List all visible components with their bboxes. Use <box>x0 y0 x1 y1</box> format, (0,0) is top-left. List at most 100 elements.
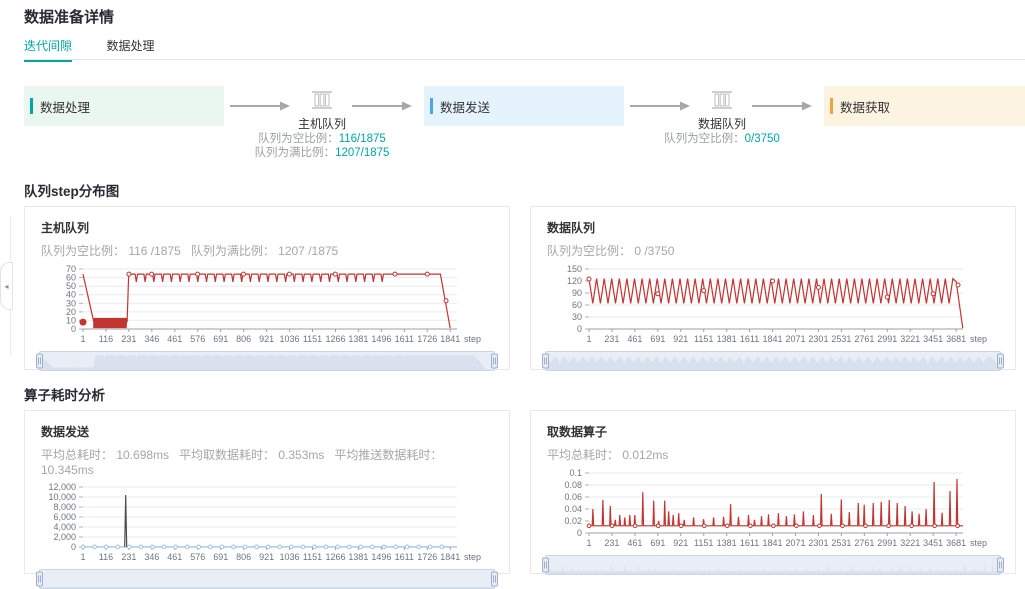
svg-text:1036: 1036 <box>280 334 300 344</box>
svg-text:2071: 2071 <box>785 334 805 344</box>
svg-text:0: 0 <box>577 324 582 334</box>
svg-text:3451: 3451 <box>923 538 943 548</box>
svg-text:8,000: 8,000 <box>53 502 76 512</box>
datazoom-left-handle[interactable] <box>542 558 549 573</box>
svg-text:0.1: 0.1 <box>569 468 582 478</box>
svg-text:120: 120 <box>567 276 582 286</box>
card-subtitle: 平均总耗时： 10.698ms 平均取数据耗时： 0.353ms 平均推送数据耗… <box>41 446 493 477</box>
svg-text:90: 90 <box>572 288 582 298</box>
svg-text:30: 30 <box>572 312 582 322</box>
svg-text:0: 0 <box>71 542 76 552</box>
pipeline-node-label: 数据获取 <box>840 97 890 116</box>
data-queue-datazoom-slider[interactable] <box>545 351 1001 371</box>
card-subtitle: 队列为空比例： 0 /3750 <box>547 242 999 259</box>
datazoom-right-handle[interactable] <box>491 354 498 369</box>
svg-text:step: step <box>970 538 987 548</box>
svg-text:1151: 1151 <box>694 538 713 548</box>
fetch-operator-line-chart[interactable]: 00.020.040.060.080.112314616919211151138… <box>543 465 1015 551</box>
queue-icon <box>709 88 735 112</box>
svg-text:346: 346 <box>144 552 159 562</box>
card-subtitle: 队列为空比例： 116 /1875 队列为满比例： 1207 /1875 <box>41 242 493 259</box>
svg-text:1: 1 <box>80 552 85 562</box>
datazoom-left-handle[interactable] <box>36 572 43 587</box>
svg-text:1381: 1381 <box>348 552 368 562</box>
svg-text:806: 806 <box>236 552 251 562</box>
svg-text:step: step <box>970 334 987 344</box>
pipeline-node-label: 数据发送 <box>440 97 490 116</box>
flow-arrow-icon <box>352 101 412 111</box>
chart-card-data-queue: 数据队列 队列为空比例： 0 /3750 0306090120150123146… <box>530 206 1016 370</box>
svg-text:1151: 1151 <box>694 334 713 344</box>
svg-text:2761: 2761 <box>854 538 874 548</box>
svg-text:3221: 3221 <box>900 538 920 548</box>
svg-text:1151: 1151 <box>303 334 322 344</box>
svg-text:231: 231 <box>604 334 619 344</box>
svg-text:step: step <box>464 552 481 562</box>
chart-card-host-queue: 主机队列 队列为空比例： 116 /1875 队列为满比例： 1207 /187… <box>24 206 510 370</box>
tab-bar: 迭代间隙 数据处理 <box>24 37 1025 60</box>
svg-text:1: 1 <box>586 334 591 344</box>
svg-text:1266: 1266 <box>325 334 345 344</box>
svg-text:6,000: 6,000 <box>53 512 76 522</box>
svg-text:1726: 1726 <box>417 552 437 562</box>
svg-text:1726: 1726 <box>417 334 437 344</box>
svg-text:4,000: 4,000 <box>53 522 76 532</box>
svg-text:1496: 1496 <box>371 552 391 562</box>
card-title: 数据发送 <box>41 423 493 440</box>
data-send-line-chart[interactable]: 02,0004,0006,0008,00010,00012,0001116231… <box>37 479 509 565</box>
datazoom-right-handle[interactable] <box>997 558 1004 573</box>
svg-text:2991: 2991 <box>877 334 897 344</box>
svg-text:0: 0 <box>577 528 582 538</box>
svg-text:806: 806 <box>236 334 251 344</box>
datazoom-left-handle[interactable] <box>542 354 549 369</box>
svg-text:1841: 1841 <box>763 538 783 548</box>
host-queue-line-chart[interactable]: 0102030405060701116231346461576691806921… <box>37 261 509 347</box>
svg-text:2,000: 2,000 <box>53 532 76 542</box>
datazoom-right-handle[interactable] <box>997 354 1004 369</box>
host-queue-datazoom-slider[interactable] <box>39 351 495 371</box>
data-send-datazoom-slider[interactable] <box>39 569 495 589</box>
svg-text:1036: 1036 <box>280 552 300 562</box>
fetch-operator-datazoom-slider[interactable] <box>545 555 1001 575</box>
svg-text:461: 461 <box>627 334 642 344</box>
svg-text:1151: 1151 <box>303 552 322 562</box>
svg-text:70: 70 <box>66 264 76 274</box>
pipeline-node-data-fetch: 数据获取 <box>824 86 1025 126</box>
card-title: 数据队列 <box>547 219 999 236</box>
svg-text:2761: 2761 <box>854 334 874 344</box>
svg-text:116: 116 <box>99 552 113 562</box>
svg-text:40: 40 <box>66 290 76 300</box>
svg-text:1611: 1611 <box>395 552 414 562</box>
svg-text:1841: 1841 <box>440 334 460 344</box>
datazoom-left-handle[interactable] <box>36 354 43 369</box>
sidebar-collapse-handle[interactable]: ◂ <box>0 262 13 310</box>
queue-empty-ratio: 队列为空比例：0/3750 <box>664 132 780 146</box>
data-queue-line-chart[interactable]: 0306090120150123146169192111511381161118… <box>543 261 1015 347</box>
svg-text:1611: 1611 <box>740 334 759 344</box>
queue-full-ratio: 队列为满比例：1207/1875 <box>255 146 390 160</box>
queue-empty-ratio: 队列为空比例：116/1875 <box>258 132 386 146</box>
svg-text:1: 1 <box>586 538 591 548</box>
pipeline-node-host-queue: 主机队列 队列为空比例：116/1875 队列为满比例：1207/1875 <box>247 88 397 160</box>
tab-iteration-gap[interactable]: 迭代间隙 <box>24 37 72 62</box>
svg-text:60: 60 <box>572 300 582 310</box>
svg-text:50: 50 <box>66 281 76 291</box>
datazoom-right-handle[interactable] <box>491 572 498 587</box>
svg-text:921: 921 <box>673 334 688 344</box>
svg-text:1266: 1266 <box>325 552 345 562</box>
svg-text:0.04: 0.04 <box>564 504 582 514</box>
svg-text:10: 10 <box>66 315 76 325</box>
svg-text:2301: 2301 <box>808 334 828 344</box>
pipeline-node-data-processing: 数据处理 <box>24 86 224 126</box>
svg-text:3681: 3681 <box>946 334 966 344</box>
svg-text:2301: 2301 <box>808 538 828 548</box>
svg-text:231: 231 <box>121 552 136 562</box>
svg-text:2071: 2071 <box>785 538 805 548</box>
tab-data-processing[interactable]: 数据处理 <box>106 37 154 60</box>
svg-text:346: 346 <box>144 334 159 344</box>
svg-text:921: 921 <box>673 538 688 548</box>
svg-text:1841: 1841 <box>763 334 783 344</box>
accent-bar <box>430 98 433 114</box>
collapse-arrow-icon: ◂ <box>4 282 8 291</box>
svg-text:461: 461 <box>627 538 642 548</box>
